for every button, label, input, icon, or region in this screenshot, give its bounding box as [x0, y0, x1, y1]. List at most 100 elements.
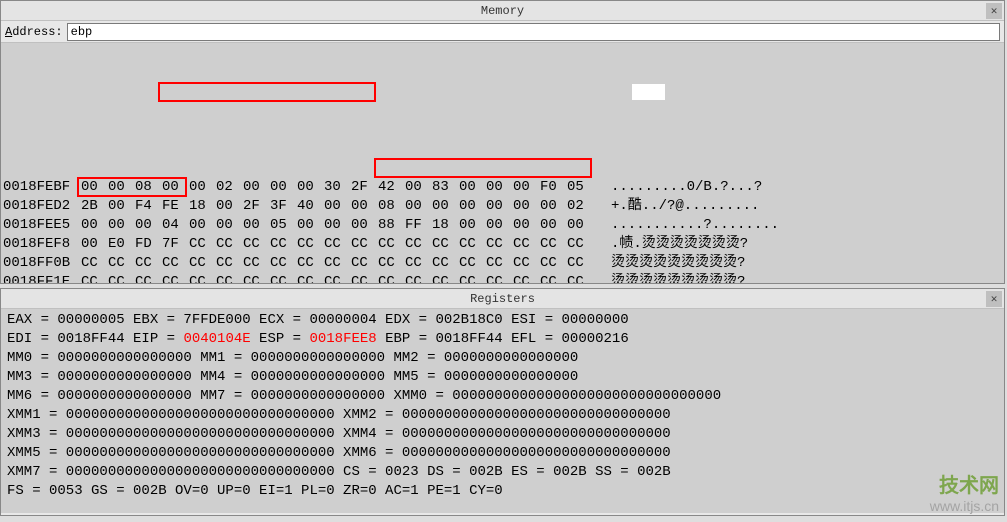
hex-byte: CC	[162, 273, 189, 283]
register-text: XMM1 = 00000000000000000000000000000000 …	[7, 407, 671, 423]
hex-byte: 2F	[243, 197, 270, 216]
hex-byte: FE	[162, 197, 189, 216]
hex-offset: 0018FEF8	[3, 235, 81, 254]
registers-titlebar: Registers ✕	[1, 289, 1004, 309]
hex-byte: 00	[351, 216, 378, 235]
hex-byte: F0	[540, 178, 567, 197]
hex-byte: 00	[567, 216, 594, 235]
hex-byte: 00	[162, 178, 189, 197]
hex-byte: 00	[243, 178, 270, 197]
hex-byte: 02	[567, 197, 594, 216]
hex-byte: 00	[243, 216, 270, 235]
hex-byte: CC	[108, 254, 135, 273]
hex-byte: CC	[486, 254, 513, 273]
hex-byte: CC	[270, 273, 297, 283]
register-line: EDI = 0018FF44 EIP = 0040104E ESP = 0018…	[7, 330, 998, 349]
close-icon[interactable]: ✕	[986, 3, 1002, 19]
hex-byte: 00	[189, 216, 216, 235]
hex-byte: 00	[513, 216, 540, 235]
registers-title: Registers	[470, 292, 535, 306]
hex-byte: CC	[540, 235, 567, 254]
hex-byte: CC	[243, 235, 270, 254]
hex-byte: CC	[297, 235, 324, 254]
register-text: EBP = 0018FF44 EFL = 00000216	[377, 331, 629, 347]
hex-byte: CC	[486, 273, 513, 283]
hex-byte: 00	[513, 197, 540, 216]
hex-byte: CC	[567, 273, 594, 283]
hex-byte: 00	[459, 197, 486, 216]
hex-byte: 00	[459, 216, 486, 235]
hex-ascii: 烫烫烫烫烫烫烫烫烫?	[611, 273, 745, 283]
memory-titlebar: Memory ✕	[1, 1, 1004, 21]
hex-byte: CC	[486, 235, 513, 254]
hex-byte: 00	[81, 216, 108, 235]
hex-byte: 00	[351, 197, 378, 216]
hex-byte: 00	[486, 216, 513, 235]
hex-byte: CC	[297, 273, 324, 283]
hex-byte: 83	[432, 178, 459, 197]
hex-offset: 0018FED2	[3, 197, 81, 216]
hex-byte: 42	[378, 178, 405, 197]
hex-byte: 00	[270, 178, 297, 197]
hex-byte: CC	[270, 254, 297, 273]
hex-byte: 05	[270, 216, 297, 235]
hex-byte: 2B	[81, 197, 108, 216]
hex-byte: CC	[243, 254, 270, 273]
register-line: XMM1 = 00000000000000000000000000000000 …	[7, 406, 998, 425]
hex-byte: CC	[432, 254, 459, 273]
hex-byte: CC	[189, 235, 216, 254]
hex-byte: 00	[486, 178, 513, 197]
hex-row: 0018FEBF000008000002000000302F4200830000…	[3, 178, 1002, 197]
hex-offset: 0018FEE5	[3, 216, 81, 235]
memory-address-bar: Address:	[1, 21, 1004, 43]
hex-byte: CC	[432, 235, 459, 254]
register-line: MM3 = 0000000000000000 MM4 = 00000000000…	[7, 368, 998, 387]
hex-byte: CC	[378, 235, 405, 254]
hex-offset: 0018FF0B	[3, 254, 81, 273]
register-text: MM0 = 0000000000000000 MM1 = 00000000000…	[7, 350, 578, 366]
hex-byte: CC	[162, 254, 189, 273]
hex-byte: 00	[486, 197, 513, 216]
memory-title: Memory	[481, 4, 524, 18]
hex-byte: CC	[567, 254, 594, 273]
hex-byte: E0	[108, 235, 135, 254]
hex-byte: CC	[270, 235, 297, 254]
register-line: MM6 = 0000000000000000 MM7 = 00000000000…	[7, 387, 998, 406]
hex-byte: CC	[540, 254, 567, 273]
register-text: EDI = 0018FF44 EIP =	[7, 331, 183, 347]
hex-byte: CC	[459, 273, 486, 283]
register-text: MM3 = 0000000000000000 MM4 = 00000000000…	[7, 369, 578, 385]
memory-hex-view[interactable]: 0018FEBF000008000002000000302F4200830000…	[1, 43, 1004, 283]
hex-byte: 05	[567, 178, 594, 197]
hex-offset: 0018FEBF	[3, 178, 81, 197]
hex-byte: CC	[513, 254, 540, 273]
hex-byte: 00	[297, 216, 324, 235]
registers-panel: Registers ✕ EAX = 00000005 EBX = 7FFDE00…	[0, 288, 1005, 516]
hex-byte: 00	[459, 178, 486, 197]
hex-byte: CC	[108, 273, 135, 283]
hex-row: 0018FED22B00F4FE18002F3F4000000800000000…	[3, 197, 1002, 216]
hex-byte: CC	[216, 273, 243, 283]
hex-byte: 00	[540, 216, 567, 235]
hex-byte: 08	[135, 178, 162, 197]
hex-byte: FD	[135, 235, 162, 254]
close-icon[interactable]: ✕	[986, 291, 1002, 307]
hex-byte: 00	[108, 216, 135, 235]
hex-ascii: .帻.烫烫烫烫烫烫烫?	[611, 235, 748, 254]
hex-byte: F4	[135, 197, 162, 216]
hex-byte: CC	[189, 254, 216, 273]
hex-ascii: .........0/B.?...?	[611, 178, 762, 197]
hex-byte: CC	[405, 235, 432, 254]
register-line: MM0 = 0000000000000000 MM1 = 00000000000…	[7, 349, 998, 368]
hex-byte: 00	[108, 197, 135, 216]
hex-byte: CC	[513, 273, 540, 283]
registers-view[interactable]: EAX = 00000005 EBX = 7FFDE000 ECX = 0000…	[1, 309, 1004, 513]
hex-byte: CC	[567, 235, 594, 254]
memory-panel: Memory ✕ Address: 0018FEBF00000800000200…	[0, 0, 1005, 284]
selection-highlight	[632, 84, 665, 100]
hex-byte: CC	[324, 273, 351, 283]
address-input[interactable]	[67, 23, 1000, 41]
hex-byte: 00	[405, 178, 432, 197]
register-line: XMM7 = 00000000000000000000000000000000 …	[7, 463, 998, 482]
hex-byte: 00	[540, 197, 567, 216]
